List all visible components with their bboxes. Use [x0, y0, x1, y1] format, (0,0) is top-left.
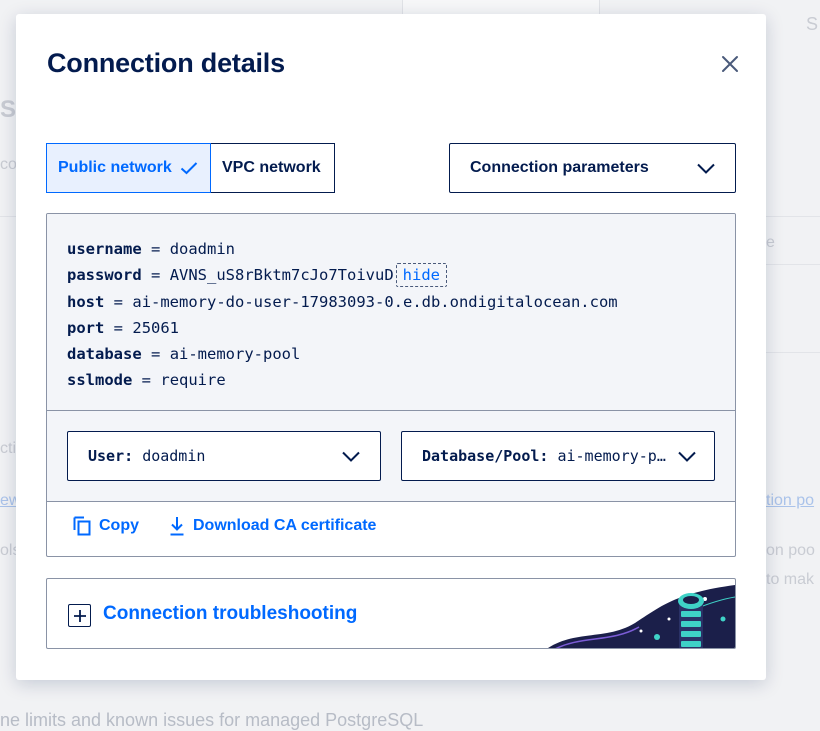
connection-parameters-select[interactable]: Connection parameters: [449, 143, 736, 193]
credential-key: database: [67, 345, 142, 364]
credential-line-password: password = AVNS_uS8rBktm7cJo7ToivuD hide: [67, 262, 618, 288]
background-divider: [0, 216, 16, 217]
plus-icon: [68, 604, 91, 627]
connection-parameters-value: Connection parameters: [470, 159, 649, 176]
credential-key: sslmode: [67, 371, 133, 390]
credential-separator: =: [141, 371, 152, 390]
background-text: cti: [0, 440, 16, 457]
public-network-button[interactable]: Public network: [46, 143, 211, 193]
credential-line-port: port = 25061: [67, 315, 618, 341]
database-pool-select-label: Database/Pool:: [422, 447, 549, 465]
credential-key: port: [67, 318, 105, 337]
background-divider: [766, 216, 820, 217]
background-text: e: [766, 234, 775, 251]
background-text: on poo: [766, 542, 815, 559]
credential-separator: =: [151, 266, 161, 285]
credential-line-database: database = ai-memory-pool: [67, 341, 618, 367]
vpc-network-button[interactable]: VPC network: [211, 143, 335, 193]
download-icon: [170, 517, 184, 536]
credentials-actions: Copy Download CA certificate: [73, 516, 376, 536]
copy-button[interactable]: Copy: [73, 516, 139, 536]
database-illustration: [548, 585, 735, 648]
chevron-down-icon: [697, 163, 715, 174]
divider: [47, 410, 735, 411]
user-select[interactable]: User: doadmin: [67, 431, 381, 481]
background-divider: [766, 352, 820, 353]
background-text: ne limits and known issues for managed P…: [0, 710, 424, 730]
background-text: S: [806, 14, 819, 34]
copy-label: Copy: [99, 517, 139, 534]
credential-line-host: host = ai-memory-do-user-17983093-0.e.db…: [67, 289, 618, 315]
database-pool-select-text: Database/Pool: ai-memory-pool: [422, 447, 674, 465]
background-text: co: [0, 156, 17, 173]
background-text: to mak: [766, 571, 815, 588]
divider: [47, 501, 735, 502]
download-ca-certificate-button[interactable]: Download CA certificate: [169, 516, 376, 536]
credential-value: doadmin: [169, 240, 236, 258]
credential-line-sslmode: sslmode = require: [67, 367, 618, 393]
user-select-text: User: doadmin: [88, 447, 205, 465]
database-pool-select[interactable]: Database/Pool: ai-memory-pool: [401, 431, 715, 481]
connection-details-modal: Connection details Public network VPC ne…: [16, 14, 766, 680]
background-link: tion po: [766, 492, 815, 509]
connection-troubleshooting-label: Connection troubleshooting: [103, 603, 358, 624]
checkmark-icon: [180, 161, 198, 175]
credential-separator: =: [151, 240, 161, 258]
credential-key: password: [67, 266, 142, 285]
close-icon: [722, 56, 738, 72]
credential-value: 25061: [132, 318, 180, 337]
background-divider: [766, 264, 820, 265]
password-value: AVNS_uS8rBktm7cJo7ToivuD: [169, 266, 394, 285]
public-network-label: Public network: [58, 159, 172, 176]
download-ca-certificate-label: Download CA certificate: [193, 517, 377, 534]
chevron-down-icon: [342, 451, 360, 462]
hide-password-button[interactable]: hide: [395, 263, 447, 288]
background-text: S: [0, 96, 17, 123]
user-select-label: User:: [88, 447, 134, 465]
chevron-down-icon: [678, 451, 696, 462]
credential-value: require: [160, 371, 226, 390]
credential-value: ai-memory-pool: [169, 345, 301, 364]
user-select-value: doadmin: [142, 447, 206, 465]
modal-title: Connection details: [47, 48, 285, 78]
network-toggle: Public network VPC network: [46, 143, 335, 193]
credential-separator: =: [113, 292, 124, 311]
credential-separator: =: [151, 345, 161, 364]
credentials-text[interactable]: username = doadmin password = AVNS_uS8rB…: [67, 236, 618, 394]
close-button[interactable]: [718, 52, 742, 76]
credential-separator: =: [113, 318, 124, 337]
credentials-panel: username = doadmin password = AVNS_uS8rB…: [46, 213, 736, 557]
database-pool-select-value: ai-memory-pool: [557, 447, 674, 465]
credential-key: host: [67, 292, 105, 311]
credential-line-username: username = doadmin: [67, 236, 618, 262]
credential-key: username: [67, 240, 142, 258]
connection-troubleshooting-accordion[interactable]: Connection troubleshooting: [46, 578, 736, 649]
vpc-network-label: VPC network: [222, 159, 321, 176]
credential-value: ai-memory-do-user-17983093-0.e.db.ondigi…: [132, 292, 618, 311]
copy-icon: [73, 516, 91, 536]
